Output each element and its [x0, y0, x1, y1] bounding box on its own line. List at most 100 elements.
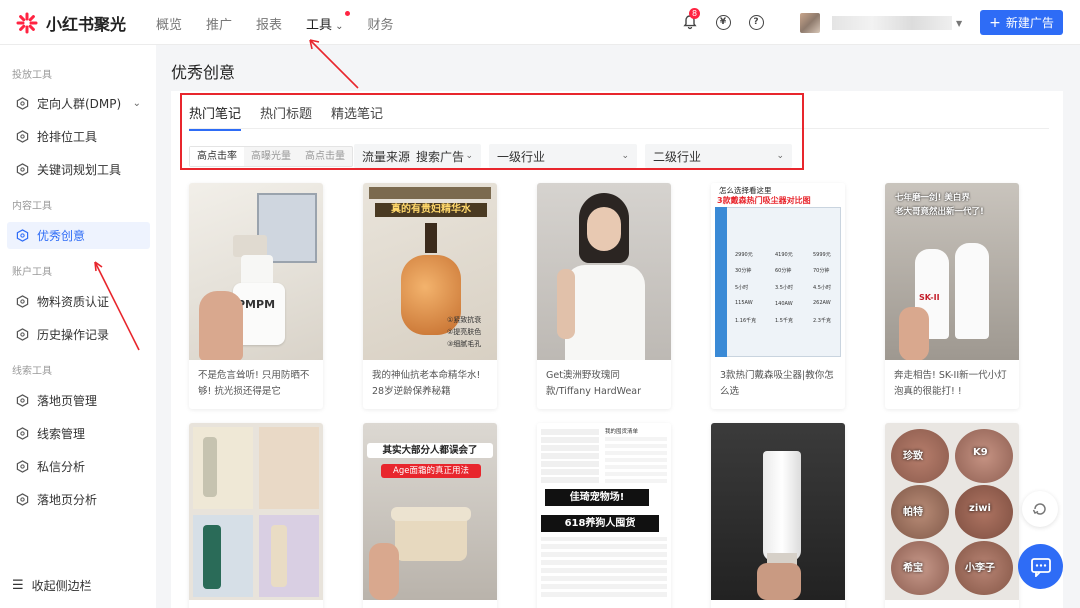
note-thumbnail: 真的有贵妇精华水 ①紧致抗衰 ②提亮肤色 ③细腻毛孔 [363, 183, 497, 360]
hexagon-icon [16, 328, 29, 341]
hexagon-icon [16, 394, 29, 407]
overlay-text: 真的有贵妇精华水 [375, 203, 487, 217]
note-card[interactable]: 七年磨一剑! 美白界 老大哥竟然出新一代了! SK-II 奔走相告! SK-II… [885, 183, 1019, 409]
feedback-button[interactable] [1022, 491, 1058, 527]
overlay-text: 七年磨一剑! 美白界 [895, 193, 970, 203]
overlay-text: 2990元 [735, 252, 753, 258]
note-card[interactable]: 我的囤货清单 佳琦宠物场! 618养狗人囤货 [537, 423, 671, 608]
note-thumbnail: 七年磨一剑! 美白界 老大哥竟然出新一代了! SK-II [885, 183, 1019, 360]
hexagon-icon [16, 295, 29, 308]
hexagon-icon [16, 97, 29, 110]
overlay-text: 70分钟 [813, 268, 830, 274]
nav-tools-label: 工具 [306, 18, 333, 33]
overlay-text: 30分钟 [735, 268, 752, 274]
note-card[interactable]: 怎么选择看这里 3款戴森热门吸尘器对比图 2990元 4190元 5999元 3… [711, 183, 845, 409]
overlay-text: ②提亮肤色 [447, 328, 482, 336]
sidebar-item-dm-analysis[interactable]: 私信分析 [7, 453, 150, 480]
note-card[interactable]: Get澳洲野玫瑰同款/Tiffany HardWear [537, 183, 671, 409]
nav-promotion[interactable]: 推广 [206, 14, 232, 33]
collapse-label: 收起侧边栏 [31, 579, 92, 593]
section-title-content-tools: 内容工具 [12, 201, 52, 212]
note-card[interactable] [711, 423, 845, 608]
yen-icon[interactable]: ¥ [713, 12, 733, 32]
page-title: 优秀创意 [171, 63, 236, 82]
overlay-text: 帕特 [903, 507, 923, 518]
menu-fold-icon: ☰ [12, 578, 24, 593]
sidebar-item-dmp[interactable]: 定向人群(DMP) ⌄ [7, 90, 150, 117]
chevron-down-icon: ⌄ [335, 21, 344, 32]
overlay-text: ①紧致抗衰 [447, 316, 482, 324]
top-bar: 小红书聚光 概览 推广 报表 工具 ⌄ 财务 8 ¥ ? ▼ + 新建广告 [0, 0, 1080, 45]
nav-finance[interactable]: 财务 [367, 14, 393, 33]
overlay-text: 1.16千克 [735, 318, 757, 324]
note-card[interactable]: 其实大部分人都误会了 Age面霜的真正用法 [363, 423, 497, 608]
sidebar-item-label: 物料资质认证 [37, 295, 110, 309]
sidebar-item-rank[interactable]: 抢排位工具 [7, 123, 150, 150]
annotation-highlight-box [180, 93, 804, 170]
brand-logo[interactable]: 小红书聚光 [16, 11, 126, 35]
plus-icon: + [989, 14, 1001, 31]
overlay-text: SK-II [919, 293, 940, 302]
sidebar-item-label: 落地页分析 [37, 493, 98, 507]
overlay-text: 3款戴森热门吸尘器对比图 [717, 196, 811, 205]
note-card[interactable] [189, 423, 323, 608]
sidebar-item-label: 私信分析 [37, 460, 86, 474]
note-card[interactable]: 真的有贵妇精华水 ①紧致抗衰 ②提亮肤色 ③细腻毛孔 我的神仙抗老本命精华水! … [363, 183, 497, 409]
nav-tools[interactable]: 工具 ⌄ [306, 11, 351, 33]
overlay-text: 4190元 [775, 252, 793, 258]
sidebar-item-landing[interactable]: 落地页管理 [7, 387, 150, 414]
hexagon-icon [16, 460, 29, 473]
sidebar-item-label: 历史操作记录 [37, 328, 110, 342]
chevron-down-icon: ⌄ [132, 98, 141, 109]
hexagon-icon [16, 130, 29, 143]
user-name-blurred [832, 16, 952, 30]
overlay-text: 珍致 [903, 451, 923, 462]
sidebar-item-label: 定向人群(DMP) [37, 97, 122, 111]
note-thumbnail: PMPM [189, 183, 323, 360]
overlay-text: 1.5千克 [775, 318, 793, 324]
overlay-text: 618养狗人囤货 [541, 515, 659, 532]
overlay-text: K9 [973, 447, 988, 458]
note-card[interactable]: 珍致 K9 帕特 ziwi 希宝 小李子 [885, 423, 1019, 608]
avatar [800, 13, 820, 33]
overlay-text: 5999元 [813, 252, 831, 258]
note-title: 3款热门戴森吸尘器|教你怎么选 [720, 370, 834, 397]
nav-reports[interactable]: 报表 [256, 14, 282, 33]
overlay-text: ③细腻毛孔 [447, 340, 482, 348]
sidebar-item-landing-analysis[interactable]: 落地页分析 [7, 486, 150, 513]
bell-icon[interactable]: 8 [680, 8, 700, 32]
collapse-sidebar-button[interactable]: ☰ 收起侧边栏 [12, 577, 92, 594]
overlay-text: 小李子 [965, 563, 995, 574]
note-thumbnail: 怎么选择看这里 3款戴森热门吸尘器对比图 2990元 4190元 5999元 3… [711, 183, 845, 360]
hexagon-icon [16, 229, 29, 242]
note-thumbnail [537, 183, 671, 360]
overlay-text: 140AW [775, 301, 793, 307]
note-title: Get澳洲野玫瑰同款/Tiffany HardWear [546, 370, 642, 397]
chat-icon [1030, 557, 1051, 577]
sidebar-item-keyword[interactable]: 关键词规划工具 [7, 156, 150, 183]
top-icons: 8 ¥ ? [680, 8, 779, 32]
overlay-text: 老大哥竟然出新一代了! [895, 207, 984, 217]
sidebar-item-label: 关键词规划工具 [37, 163, 122, 177]
new-ad-label: 新建广告 [1005, 16, 1054, 30]
note-card[interactable]: PMPM 不是危言耸听! 只用防晒不够! 抗光损还得是它 [189, 183, 323, 409]
overlay-text: Age面霜的真正用法 [381, 464, 481, 478]
brand-logo-icon [16, 12, 38, 34]
overlay-text: 5小时 [735, 285, 749, 291]
brand-name: 小红书聚光 [46, 15, 127, 34]
nav-overview[interactable]: 概览 [156, 14, 182, 33]
overlay-text: 希宝 [903, 563, 923, 574]
help-icon[interactable]: ? [746, 12, 766, 32]
new-ad-button[interactable]: + 新建广告 [980, 10, 1063, 35]
hexagon-icon [16, 493, 29, 506]
sidebar-item-material[interactable]: 物料资质认证 [7, 288, 150, 315]
chat-button[interactable] [1018, 544, 1063, 589]
overlay-text: 262AW [813, 300, 831, 306]
sidebar-item-label: 落地页管理 [37, 394, 98, 408]
overlay-text: 2.3千克 [813, 318, 831, 324]
sidebar-item-leads[interactable]: 线索管理 [7, 420, 150, 447]
overlay-text: 其实大部分人都误会了 [367, 443, 493, 458]
sidebar-item-creative[interactable]: 优秀创意 [7, 222, 150, 249]
sidebar-item-history[interactable]: 历史操作记录 [7, 321, 150, 348]
user-menu[interactable]: ▼ [800, 13, 962, 33]
